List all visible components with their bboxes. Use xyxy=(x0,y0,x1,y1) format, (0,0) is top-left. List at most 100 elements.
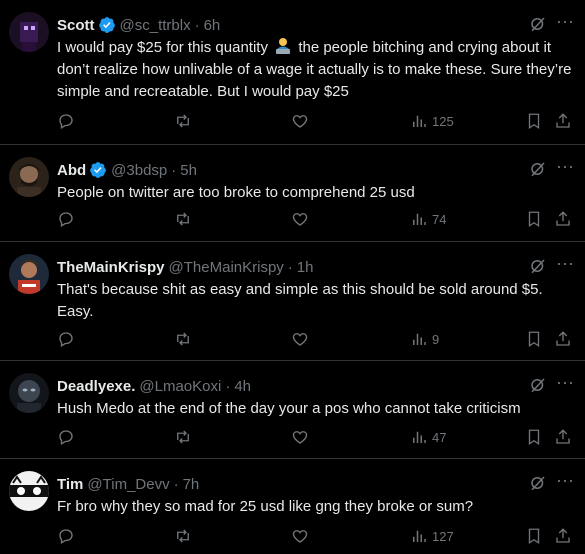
tweet-header: Scott @sc_ttrblx · 6h xyxy=(57,15,220,35)
verified-badge-icon xyxy=(98,16,116,34)
tweet-text: Fr bro why they so mad for 25 usd like g… xyxy=(57,498,474,515)
like-icon xyxy=(292,333,308,346)
share-button[interactable] xyxy=(554,526,572,546)
tweet-header: TheMainKrispy @TheMainKrispy · 1h xyxy=(57,257,313,277)
grok-icon[interactable] xyxy=(529,257,547,275)
grok-icon[interactable] xyxy=(529,376,547,394)
more-icon[interactable]: ··· xyxy=(555,254,575,276)
avatar[interactable] xyxy=(9,12,49,52)
like-button[interactable] xyxy=(291,111,309,131)
reply-tweet[interactable]: TheMainKrispy @TheMainKrispy · 1h ··· Th… xyxy=(0,242,585,361)
handle[interactable]: @TheMainKrispy xyxy=(169,259,284,276)
views-count: 47 xyxy=(432,429,447,445)
bookmark-button[interactable] xyxy=(525,209,543,229)
views-count: 74 xyxy=(432,211,447,227)
handle[interactable]: @Tim_Devv xyxy=(87,476,169,493)
display-name[interactable]: Deadlyexe. xyxy=(57,378,135,395)
reply-icon xyxy=(59,332,73,347)
tweet-text: I would pay $25 for this quantity the pe… xyxy=(57,37,577,103)
timestamp[interactable]: 7h xyxy=(183,476,200,493)
views-button[interactable]: 47 xyxy=(410,427,446,447)
like-icon xyxy=(292,431,308,444)
more-icon[interactable]: ··· xyxy=(555,12,575,34)
like-button[interactable] xyxy=(291,526,309,546)
reply-tweet[interactable]: Abd @3bdsp · 5h ··· People on twitter ar… xyxy=(0,145,585,242)
person-at-laptop-icon xyxy=(274,37,292,55)
reply-button[interactable] xyxy=(57,209,75,229)
reply-icon xyxy=(59,529,73,544)
tweet-text-part: I would pay $25 for this quantity xyxy=(57,39,268,56)
reply-button[interactable] xyxy=(57,427,75,447)
reply-tweet[interactable]: Scott @sc_ttrblx · 6h ··· I would pay $2… xyxy=(0,0,585,145)
repost-button[interactable] xyxy=(174,329,192,349)
views-button[interactable]: 127 xyxy=(410,526,454,546)
bookmark-icon xyxy=(528,211,540,228)
repost-button[interactable] xyxy=(174,526,192,546)
views-count: 125 xyxy=(432,113,454,129)
views-count: 9 xyxy=(432,331,440,347)
like-button[interactable] xyxy=(291,329,309,349)
avatar[interactable] xyxy=(9,471,49,511)
share-button[interactable] xyxy=(554,111,572,131)
handle[interactable]: @3bdsp xyxy=(111,162,167,179)
grok-icon[interactable] xyxy=(529,160,547,178)
bookmark-button[interactable] xyxy=(525,111,543,131)
views-button[interactable]: 9 xyxy=(410,329,439,349)
grok-icon[interactable] xyxy=(529,474,547,492)
bookmark-icon xyxy=(528,113,540,130)
reply-feed: Scott @sc_ttrblx · 6h ··· I would pay $2… xyxy=(0,0,585,554)
like-icon xyxy=(292,530,308,543)
display-name[interactable]: TheMainKrispy xyxy=(57,259,165,276)
repost-icon xyxy=(177,529,189,543)
avatar[interactable] xyxy=(9,373,49,413)
action-bar: 74 xyxy=(57,209,577,229)
share-icon xyxy=(556,528,570,543)
handle[interactable]: @sc_ttrblx xyxy=(120,17,191,34)
more-icon[interactable]: ··· xyxy=(555,471,575,493)
display-name[interactable]: Abd xyxy=(57,162,86,179)
reply-tweet[interactable]: Deadlyexe. @LmaoKoxi · 4h ··· Hush Medo … xyxy=(0,361,585,459)
views-icon xyxy=(413,213,426,225)
grok-icon[interactable] xyxy=(529,15,547,33)
share-icon xyxy=(556,113,570,128)
repost-button[interactable] xyxy=(174,111,192,131)
handle[interactable]: @LmaoKoxi xyxy=(139,378,221,395)
timestamp[interactable]: 5h xyxy=(180,162,197,179)
more-icon[interactable]: ··· xyxy=(555,157,575,179)
like-button[interactable] xyxy=(291,209,309,229)
more-icon[interactable]: ··· xyxy=(555,373,575,395)
repost-button[interactable] xyxy=(174,209,192,229)
timestamp[interactable]: 6h xyxy=(204,17,221,34)
bookmark-button[interactable] xyxy=(525,329,543,349)
bookmark-icon xyxy=(528,429,540,446)
bookmark-button[interactable] xyxy=(525,427,543,447)
repost-button[interactable] xyxy=(174,427,192,447)
reply-button[interactable] xyxy=(57,329,75,349)
reply-icon xyxy=(59,114,73,129)
display-name[interactable]: Tim xyxy=(57,476,83,493)
timestamp[interactable]: 1h xyxy=(297,259,314,276)
share-icon xyxy=(556,211,570,226)
reply-tweet[interactable]: Tim @Tim_Devv · 7h ··· Fr bro why they s… xyxy=(0,459,585,554)
tweet-header: Deadlyexe. @LmaoKoxi · 4h xyxy=(57,376,251,396)
share-button[interactable] xyxy=(554,209,572,229)
reply-button[interactable] xyxy=(57,526,75,546)
action-bar: 127 xyxy=(57,526,577,546)
avatar[interactable] xyxy=(9,254,49,294)
views-icon xyxy=(413,431,426,443)
views-button[interactable]: 74 xyxy=(410,209,446,229)
share-button[interactable] xyxy=(554,329,572,349)
bookmark-icon xyxy=(528,331,540,348)
like-button[interactable] xyxy=(291,427,309,447)
display-name[interactable]: Scott xyxy=(57,17,95,34)
share-button[interactable] xyxy=(554,427,572,447)
bookmark-button[interactable] xyxy=(525,526,543,546)
reply-button[interactable] xyxy=(57,111,75,131)
views-icon xyxy=(413,530,426,542)
reply-icon xyxy=(59,430,73,445)
repost-icon xyxy=(177,114,189,128)
timestamp[interactable]: 4h xyxy=(234,378,251,395)
avatar[interactable] xyxy=(9,157,49,197)
tweet-header: Tim @Tim_Devv · 7h xyxy=(57,474,199,494)
views-button[interactable]: 125 xyxy=(410,111,454,131)
